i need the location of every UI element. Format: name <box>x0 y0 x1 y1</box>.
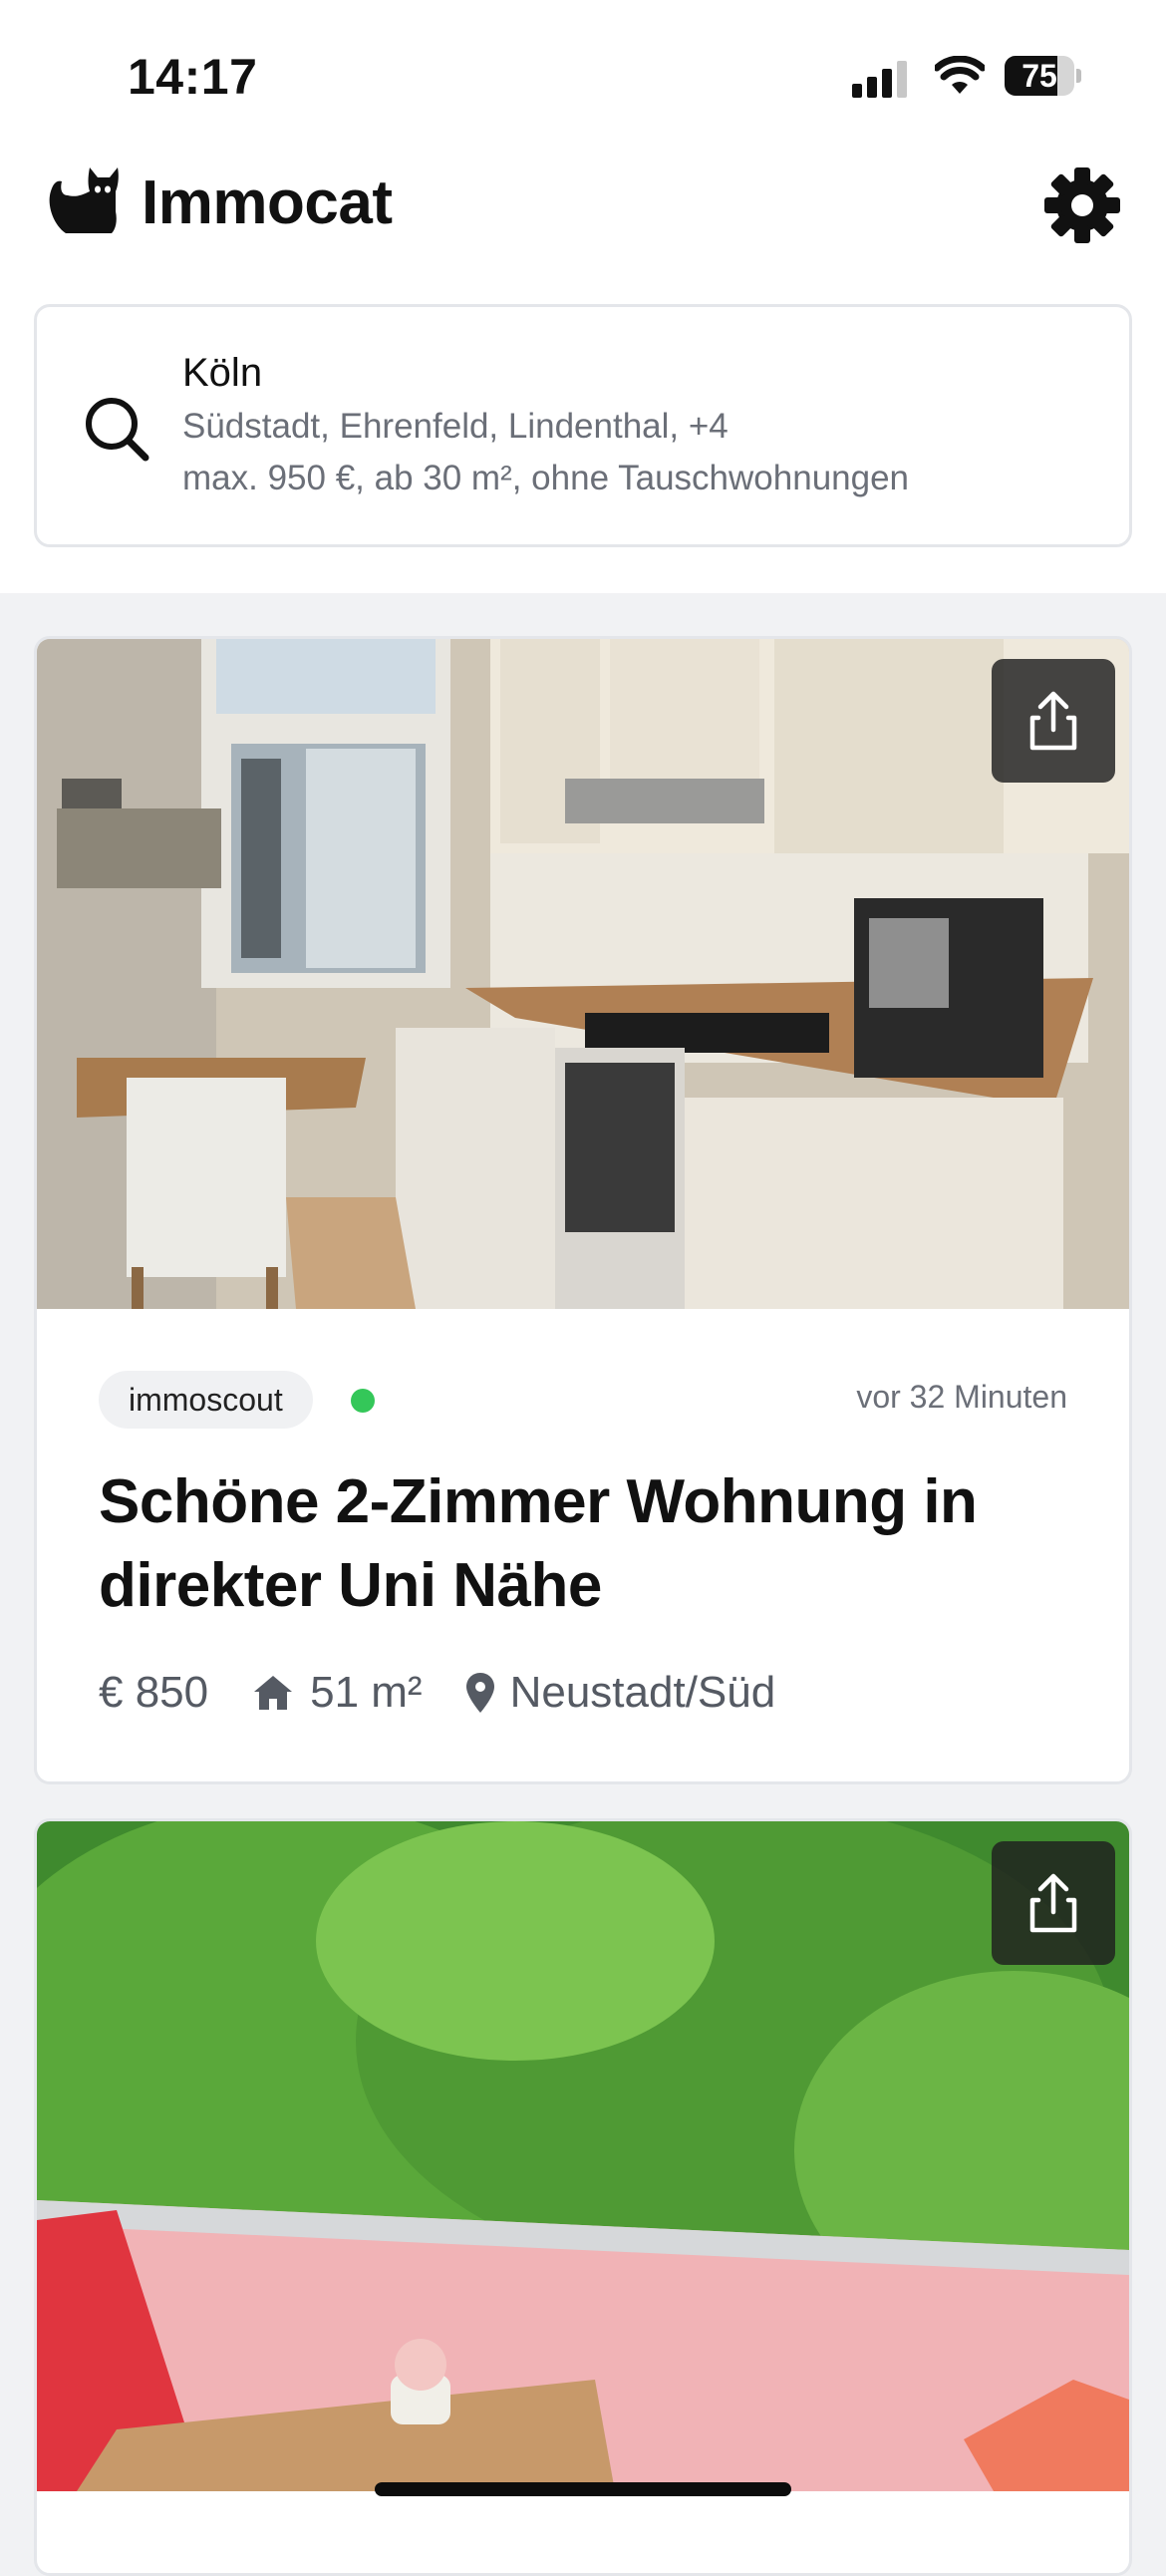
cat-logo-icon <box>49 167 119 233</box>
status-time: 14:17 <box>128 49 258 105</box>
share-icon <box>1029 1873 1077 1933</box>
source-badge: immoscout <box>99 1371 313 1429</box>
listing-photo-balcony <box>37 1821 1129 2491</box>
home-indicator[interactable] <box>375 2482 791 2496</box>
listing-card[interactable] <box>34 1818 1132 2576</box>
settings-gear-icon[interactable] <box>1042 165 1122 245</box>
listing-title: Schöne 2-Zimmer Wohnung in direkter Uni … <box>99 1467 978 1620</box>
share-icon <box>1029 691 1077 751</box>
share-button[interactable] <box>992 1841 1115 1965</box>
top-section: 14:17 75 Immocat Köln Südstadt, Ehrenfel… <box>0 0 1166 593</box>
listing-photo-kitchen <box>37 639 1129 1309</box>
search-filters: max. 950 €, ab 30 m², ohne Tauschwohnung… <box>182 459 910 497</box>
search-icon <box>86 398 149 462</box>
search-filter-card[interactable]: Köln Südstadt, Ehrenfeld, Lindenthal, +4… <box>34 304 1132 547</box>
listing-location: Neustadt/Süd <box>509 1668 776 1717</box>
listing-timestamp: vor 32 Minuten <box>856 1379 1067 1415</box>
listing-area: 51 m² <box>310 1668 423 1717</box>
share-button[interactable] <box>992 659 1115 783</box>
cellular-signal-icon <box>852 58 912 98</box>
home-icon <box>254 1676 293 1710</box>
battery-icon: 75 <box>1005 56 1082 96</box>
listing-card[interactable]: immoscout vor 32 Minuten Schöne 2-Zimmer… <box>34 636 1132 1784</box>
location-pin-icon <box>465 1673 494 1713</box>
search-districts: Südstadt, Ehrenfeld, Lindenthal, +4 <box>182 407 729 446</box>
wifi-icon <box>935 56 985 94</box>
app-title: Immocat <box>142 168 393 237</box>
listing-meta: € 850 51 m² Neustadt/Süd <box>99 1668 775 1718</box>
status-indicator-dot <box>351 1389 375 1413</box>
search-city: Köln <box>182 351 263 395</box>
listing-price: € 850 <box>99 1668 209 1717</box>
battery-level: 75 <box>1021 58 1057 94</box>
